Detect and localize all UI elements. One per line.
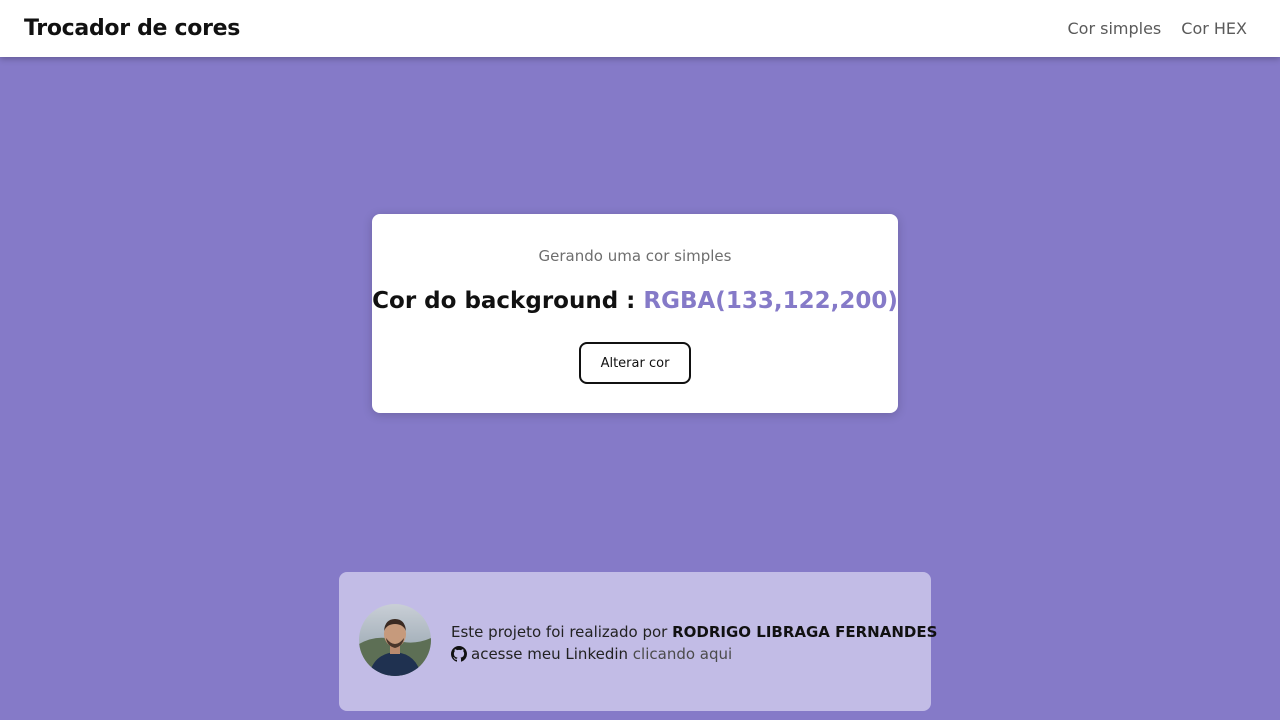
change-color-button[interactable]: Alterar cor <box>579 342 691 384</box>
linkedin-line: acesse meu Linkedin clicando aqui <box>451 643 937 668</box>
navbar: Trocador de cores Cor simples Cor HEX <box>0 0 1280 57</box>
footer-text: Este projeto foi realizado por RODRIGO L… <box>451 621 937 668</box>
github-icon <box>451 646 467 668</box>
brand-title: Trocador de cores <box>24 16 241 41</box>
footer-card: Este projeto foi realizado por RODRIGO L… <box>339 572 937 711</box>
card-subtitle: Gerando uma cor simples <box>538 247 732 265</box>
linkedin-link[interactable]: clicando aqui <box>633 645 732 663</box>
nav-link-cor-simples[interactable]: Cor simples <box>1067 19 1161 38</box>
made-by-text: Este projeto foi realizado por <box>451 623 673 641</box>
nav-link-cor-hex[interactable]: Cor HEX <box>1181 19 1247 38</box>
credit-line: Este projeto foi realizado por RODRIGO L… <box>451 621 937 643</box>
avatar <box>359 604 431 676</box>
linkedin-text: acesse meu Linkedin <box>471 645 633 663</box>
nav-links: Cor simples Cor HEX <box>1067 19 1247 38</box>
background-label: Cor do background : <box>372 288 644 314</box>
card-title: Cor do background : RGBA(133,122,200) <box>372 288 898 314</box>
color-card: Gerando uma cor simples Cor do backgroun… <box>372 214 898 413</box>
color-value: RGBA(133,122,200) <box>643 288 898 314</box>
author-name: RODRIGO LIBRAGA FERNANDES <box>672 623 938 641</box>
